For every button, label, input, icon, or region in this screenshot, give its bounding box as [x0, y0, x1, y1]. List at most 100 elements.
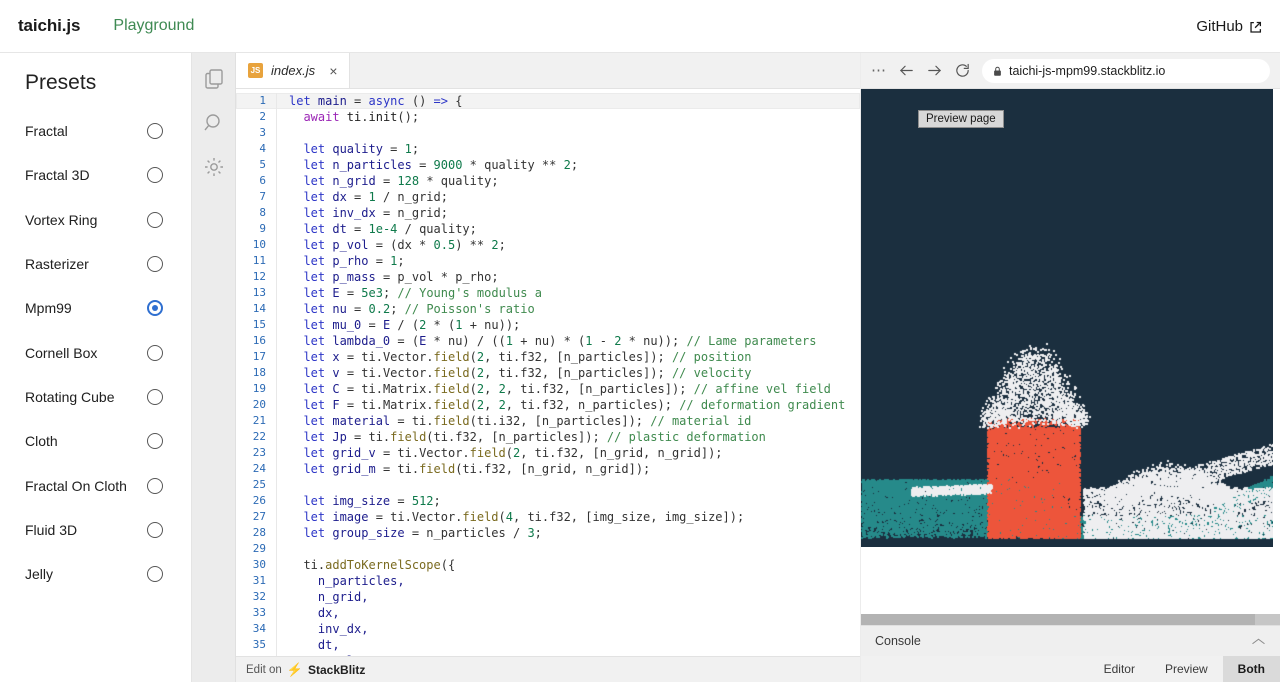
tab-index-js[interactable]: JS index.js × — [236, 53, 350, 88]
preset-item-fractal-3d[interactable]: Fractal 3D — [0, 153, 191, 197]
line-number: 31 — [236, 573, 276, 589]
code-line: 24 let grid_m = ti.field(ti.f32, [n_grid… — [236, 461, 860, 477]
editor-footer: Edit on ⚡ StackBlitz — [236, 656, 860, 682]
view-mode-preview[interactable]: Preview — [1150, 656, 1223, 682]
preset-radio[interactable] — [147, 212, 163, 228]
preset-label: Fractal — [25, 123, 147, 139]
code-line: 10 let p_vol = (dx * 0.5) ** 2; — [236, 237, 860, 253]
url-bar[interactable]: taichi-js-mpm99.stackblitz.io — [982, 59, 1270, 83]
more-dots-icon[interactable]: ⋯ — [871, 63, 887, 78]
code-line: 35 dt, — [236, 637, 860, 653]
code-line: 31 n_particles, — [236, 573, 860, 589]
preset-label: Fractal On Cloth — [25, 478, 147, 494]
code-line: 16 let lambda_0 = (E * nu) / ((1 + nu) *… — [236, 333, 860, 349]
gear-icon[interactable] — [202, 155, 226, 179]
nav-playground[interactable]: Playground — [113, 17, 194, 35]
code-text: n_particles, — [276, 573, 860, 589]
code-text: let nu = 0.2; // Poisson's ratio — [276, 301, 860, 317]
preset-radio[interactable] — [147, 300, 163, 316]
preset-item-cloth[interactable]: Cloth — [0, 419, 191, 463]
preset-item-rotating-cube[interactable]: Rotating Cube — [0, 375, 191, 419]
mpm99-simulation-canvas[interactable]: Preview page — [861, 89, 1273, 547]
code-text: dx, — [276, 605, 860, 621]
code-text: let lambda_0 = (E * nu) / ((1 + nu) * (1… — [276, 333, 860, 349]
simulation-particles — [861, 89, 1273, 547]
preset-label: Cloth — [25, 433, 147, 449]
line-number: 5 — [236, 157, 276, 173]
preset-radio[interactable] — [147, 566, 163, 582]
editor-tabbar: JS index.js × — [236, 53, 860, 89]
preset-item-jelly[interactable]: Jelly — [0, 552, 191, 596]
code-text: let n_particles = 9000 * quality ** 2; — [276, 157, 860, 173]
files-icon[interactable] — [202, 67, 226, 91]
chevron-up-icon[interactable] — [1251, 634, 1266, 649]
code-text: let inv_dx = n_grid; — [276, 205, 860, 221]
code-line: 28 let group_size = n_particles / 3; — [236, 525, 860, 541]
tab-filename: index.js — [271, 63, 315, 78]
external-link-icon — [1249, 21, 1262, 34]
view-mode-both[interactable]: Both — [1223, 656, 1280, 682]
console-label: Console — [875, 634, 921, 648]
search-icon[interactable] — [202, 111, 226, 135]
line-number: 30 — [236, 557, 276, 573]
preset-item-rasterizer[interactable]: Rasterizer — [0, 242, 191, 286]
reload-icon[interactable] — [954, 62, 971, 79]
code-line: 29 — [236, 541, 860, 557]
console-scrollbar[interactable] — [861, 614, 1280, 625]
code-text: let C = ti.Matrix.field(2, 2, ti.f32, [n… — [276, 381, 860, 397]
line-number: 33 — [236, 605, 276, 621]
preset-radio[interactable] — [147, 433, 163, 449]
line-number: 6 — [236, 173, 276, 189]
code-text: let n_grid = 128 * quality; — [276, 173, 860, 189]
code-text: inv_dx, — [276, 621, 860, 637]
arrow-right-icon[interactable] — [926, 62, 943, 79]
view-mode-editor[interactable]: Editor — [1089, 656, 1150, 682]
code-text: let Jp = ti.field(ti.f32, [n_particles])… — [276, 429, 860, 445]
code-line: 14 let nu = 0.2; // Poisson's ratio — [236, 301, 860, 317]
preset-radio[interactable] — [147, 123, 163, 139]
code-text: let p_rho = 1; — [276, 253, 860, 269]
code-editor[interactable]: 1let main = async () => {2 await ti.init… — [236, 89, 860, 656]
preset-radio[interactable] — [147, 345, 163, 361]
brand-logo: taichi.js — [18, 16, 80, 36]
code-line: 26 let img_size = 512; — [236, 493, 860, 509]
code-text: let p_mass = p_vol * p_rho; — [276, 269, 860, 285]
preset-radio[interactable] — [147, 478, 163, 494]
arrow-left-icon[interactable] — [898, 62, 915, 79]
code-text: let quality = 1; — [276, 141, 860, 157]
stackblitz-label[interactable]: StackBlitz — [308, 663, 365, 677]
github-link[interactable]: GitHub — [1196, 18, 1262, 35]
code-line: 21 let material = ti.field(ti.i32, [n_pa… — [236, 413, 860, 429]
code-line: 4 let quality = 1; — [236, 141, 860, 157]
preset-item-fluid-3d[interactable]: Fluid 3D — [0, 508, 191, 552]
line-number: 36 — [236, 653, 276, 656]
line-number: 10 — [236, 237, 276, 253]
preset-item-mpm99[interactable]: Mpm99 — [0, 286, 191, 330]
line-number: 35 — [236, 637, 276, 653]
presets-title: Presets — [0, 71, 191, 109]
lightning-bolt-icon: ⚡ — [287, 662, 303, 678]
preset-radio[interactable] — [147, 522, 163, 538]
line-number: 27 — [236, 509, 276, 525]
lock-icon — [993, 65, 1002, 76]
preset-item-cornell-box[interactable]: Cornell Box — [0, 330, 191, 374]
line-number: 3 — [236, 125, 276, 141]
code-lines: 1let main = async () => {2 await ti.init… — [236, 89, 860, 656]
line-number: 32 — [236, 589, 276, 605]
preset-label: Rasterizer — [25, 256, 147, 272]
preset-radio[interactable] — [147, 167, 163, 183]
close-icon[interactable]: × — [329, 64, 337, 78]
preview-stage: Preview page — [861, 89, 1280, 614]
preset-item-fractal-on-cloth[interactable]: Fractal On Cloth — [0, 463, 191, 507]
code-text: let grid_v = ti.Vector.field(2, ti.f32, … — [276, 445, 860, 461]
line-number: 13 — [236, 285, 276, 301]
preview-column: ⋯ — [861, 53, 1280, 682]
preset-item-fractal[interactable]: Fractal — [0, 109, 191, 153]
code-line: 5 let n_particles = 9000 * quality ** 2; — [236, 157, 860, 173]
preset-radio[interactable] — [147, 389, 163, 405]
preset-item-vortex-ring[interactable]: Vortex Ring — [0, 198, 191, 242]
code-text: n_grid, — [276, 589, 860, 605]
preset-radio[interactable] — [147, 256, 163, 272]
line-number: 15 — [236, 317, 276, 333]
line-number: 8 — [236, 205, 276, 221]
